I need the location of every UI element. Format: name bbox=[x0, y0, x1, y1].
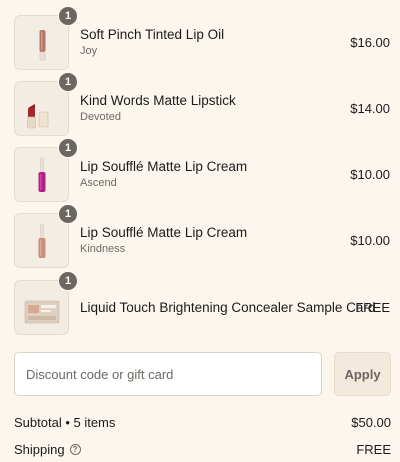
line-item: 1 Soft Pinch Tinted Lip Oil Joy $16.00 bbox=[14, 5, 390, 70]
apply-discount-button[interactable]: Apply bbox=[334, 352, 391, 396]
question-circle-icon[interactable]: ? bbox=[69, 443, 81, 455]
quantity-badge: 1 bbox=[58, 5, 78, 26]
shipping-value: FREE bbox=[356, 441, 391, 457]
quantity-badge: 1 bbox=[58, 137, 78, 158]
product-price: $14.00 bbox=[350, 100, 390, 116]
shipping-label: Shipping bbox=[14, 441, 65, 457]
product-variant: Ascend bbox=[80, 176, 117, 189]
product-price: $10.00 bbox=[350, 166, 390, 182]
product-variant: Devoted bbox=[80, 110, 121, 123]
product-variant: Kindness bbox=[80, 242, 126, 255]
product-name: Lip Soufflé Matte Lip Cream bbox=[80, 224, 248, 240]
product-name: Kind Words Matte Lipstick bbox=[80, 92, 236, 108]
order-summary: 1 Soft Pinch Tinted Lip Oil Joy $16.00 1… bbox=[0, 0, 400, 462]
product-thumbnail: 1 bbox=[14, 203, 78, 268]
product-thumbnail: 1 bbox=[14, 270, 78, 335]
line-item: 1 Kind Words Matte Lipstick Devoted $14.… bbox=[14, 71, 390, 136]
product-thumbnail: 1 bbox=[14, 5, 78, 70]
product-variant: Joy bbox=[80, 44, 98, 57]
subtotal-row: Subtotal • 5 items $50.00 bbox=[14, 413, 391, 431]
quantity-badge: 1 bbox=[58, 71, 78, 92]
line-item: 1 Liquid Touch Brightening Concealer Sam… bbox=[14, 270, 390, 335]
quantity-badge: 1 bbox=[58, 203, 78, 224]
line-item: 1 Lip Soufflé Matte Lip Cream Ascend $10… bbox=[14, 137, 390, 202]
product-thumbnail: 1 bbox=[14, 71, 78, 136]
line-item: 1 Lip Soufflé Matte Lip Cream Kindness $… bbox=[14, 203, 390, 268]
discount-code-input[interactable] bbox=[14, 352, 322, 396]
product-price: $16.00 bbox=[350, 34, 390, 50]
product-thumbnail: 1 bbox=[14, 137, 78, 202]
product-name: Lip Soufflé Matte Lip Cream bbox=[80, 158, 248, 174]
quantity-badge: 1 bbox=[58, 270, 78, 291]
product-price: $10.00 bbox=[350, 232, 390, 248]
discount-form: Apply bbox=[14, 352, 391, 396]
product-name: Soft Pinch Tinted Lip Oil bbox=[80, 26, 225, 42]
subtotal-value: $50.00 bbox=[351, 414, 391, 430]
product-price: FREE bbox=[355, 299, 390, 315]
product-name: Liquid Touch Brightening Concealer Sampl… bbox=[80, 299, 376, 315]
shipping-row: Shipping ? FREE bbox=[14, 440, 391, 458]
subtotal-label: Subtotal • 5 items bbox=[14, 414, 116, 430]
